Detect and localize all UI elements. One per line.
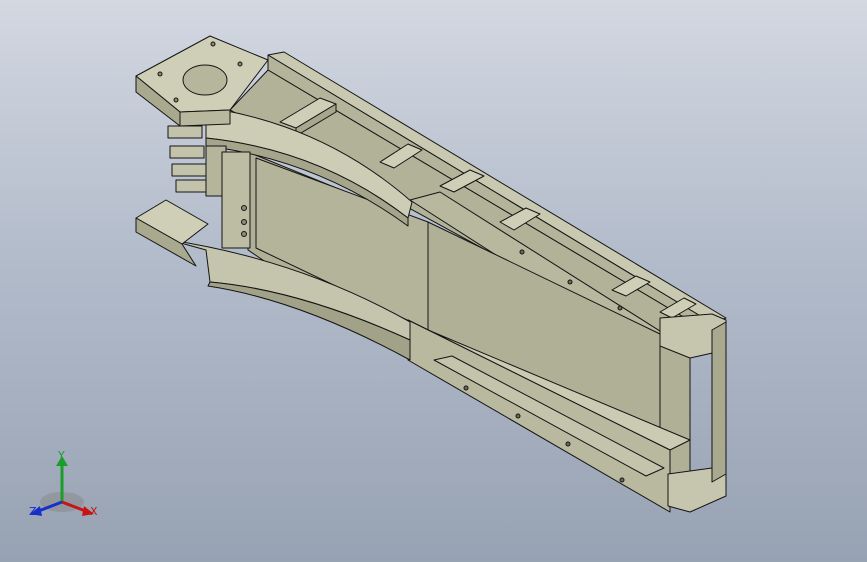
finger-2[interactable] bbox=[169, 145, 205, 159]
beam-hole-4 bbox=[463, 385, 469, 391]
beam-hole-5 bbox=[515, 413, 521, 419]
end-post[interactable] bbox=[711, 321, 727, 483]
side-plate-hole-1 bbox=[241, 205, 247, 211]
finger-1[interactable] bbox=[167, 125, 203, 139]
graphics-viewport[interactable]: Y X Z bbox=[0, 0, 867, 562]
head-side-face[interactable] bbox=[179, 109, 231, 127]
triad-y-label: Y bbox=[58, 449, 65, 462]
beam-hole-3 bbox=[617, 305, 623, 311]
head-bore[interactable] bbox=[182, 64, 228, 96]
finger-4[interactable] bbox=[175, 179, 211, 193]
side-plate-hole-2 bbox=[241, 219, 247, 225]
head-hole-4 bbox=[173, 97, 179, 103]
triad-x-label: X bbox=[90, 505, 98, 518]
beam-hole-7 bbox=[619, 477, 625, 483]
beam-hole-2 bbox=[567, 279, 573, 285]
beam-hole-1 bbox=[519, 249, 525, 255]
finger-3[interactable] bbox=[171, 163, 207, 177]
side-plate-hole-3 bbox=[241, 231, 247, 237]
triad-z-label: Z bbox=[29, 505, 37, 518]
head-hole-1 bbox=[210, 41, 216, 47]
head-hole-2 bbox=[237, 61, 243, 67]
head-hole-3 bbox=[157, 71, 163, 77]
beam-hole-6 bbox=[565, 441, 571, 447]
cad-model[interactable] bbox=[0, 0, 867, 562]
